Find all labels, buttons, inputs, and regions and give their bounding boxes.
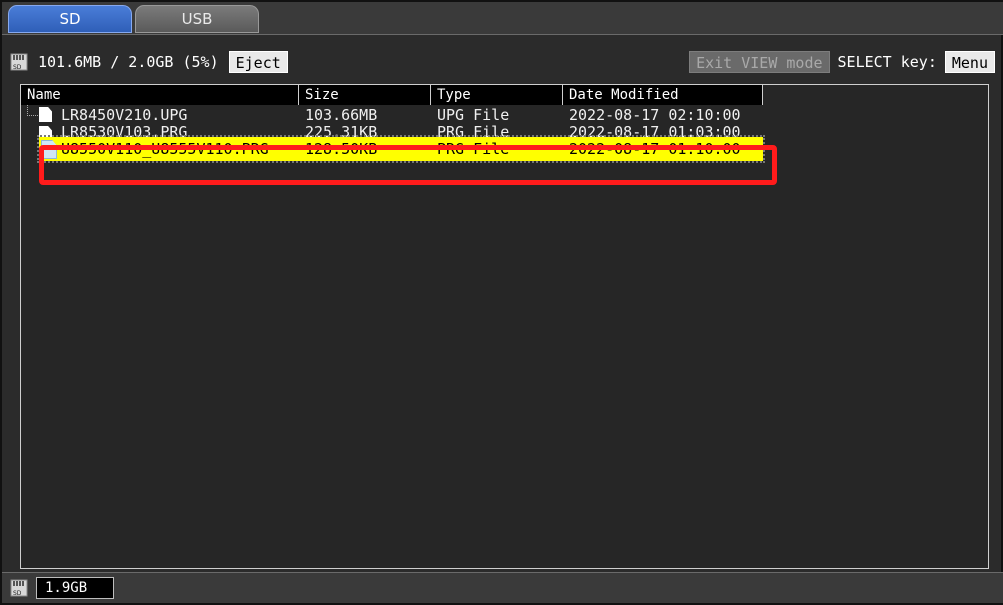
- tab-sd[interactable]: SD: [8, 5, 132, 33]
- file-list-header: Name Size Type Date Modified: [21, 85, 763, 105]
- file-size: 103.66MB: [305, 105, 378, 124]
- status-bar: SD 1.9GB: [2, 572, 1003, 603]
- file-type: PRG File: [437, 140, 510, 158]
- file-name: U8550V110_U8555V110.PRG: [61, 140, 269, 158]
- tab-usb[interactable]: USB: [135, 5, 259, 33]
- file-rows: LR8450V210.UPG 103.66MB UPG File 2022-08…: [21, 105, 765, 163]
- file-row[interactable]: LR8530V103.PRG 225.31KB PRG File 2022-08…: [21, 124, 763, 137]
- file-name: LR8450V210.UPG: [61, 105, 188, 124]
- sd-card-icon: SD: [10, 53, 28, 71]
- file-date: 2022-08-17 01:03:00: [569, 124, 741, 137]
- file-row-selected[interactable]: U8550V110_U8555V110.PRG 128.50KB PRG Fil…: [37, 135, 765, 163]
- menu-button[interactable]: Menu: [944, 51, 995, 73]
- file-size: 225.31KB: [305, 124, 378, 137]
- file-row[interactable]: LR8450V210.UPG 103.66MB UPG File 2022-08…: [21, 105, 763, 124]
- eject-button[interactable]: Eject: [228, 51, 288, 73]
- column-header-type[interactable]: Type: [431, 85, 563, 105]
- file-type: UPG File: [437, 105, 510, 124]
- svg-text:SD: SD: [13, 590, 22, 597]
- exit-view-mode-button[interactable]: Exit VIEW mode: [689, 51, 830, 73]
- file-date: 2022-08-17 01:10:00: [569, 140, 741, 158]
- file-date: 2022-08-17 02:10:00: [569, 105, 741, 124]
- column-header-name[interactable]: Name: [21, 85, 299, 105]
- sd-card-icon: SD: [10, 579, 28, 597]
- file-name: LR8530V103.PRG: [61, 124, 188, 137]
- view-controls: Exit VIEW mode SELECT key: Menu: [689, 50, 995, 74]
- storage-tabs: SD USB: [2, 2, 1003, 35]
- free-space-indicator: 1.9GB: [36, 577, 114, 599]
- file-size: 128.50KB: [305, 140, 378, 158]
- svg-text:SD: SD: [13, 64, 22, 71]
- file-manager-screen: SD USB SD 101.6MB / 2.0GB (5%) Eject Exi…: [0, 0, 1003, 605]
- storage-info-bar: SD 101.6MB / 2.0GB (5%) Eject: [10, 50, 288, 74]
- file-list[interactable]: Name Size Type Date Modified LR8450V210.…: [20, 84, 989, 569]
- column-header-date-modified[interactable]: Date Modified: [563, 85, 763, 105]
- storage-usage-text: 101.6MB / 2.0GB (5%): [38, 53, 219, 71]
- column-header-size[interactable]: Size: [299, 85, 431, 105]
- select-key-label: SELECT key:: [837, 53, 937, 71]
- file-type: PRG File: [437, 124, 510, 137]
